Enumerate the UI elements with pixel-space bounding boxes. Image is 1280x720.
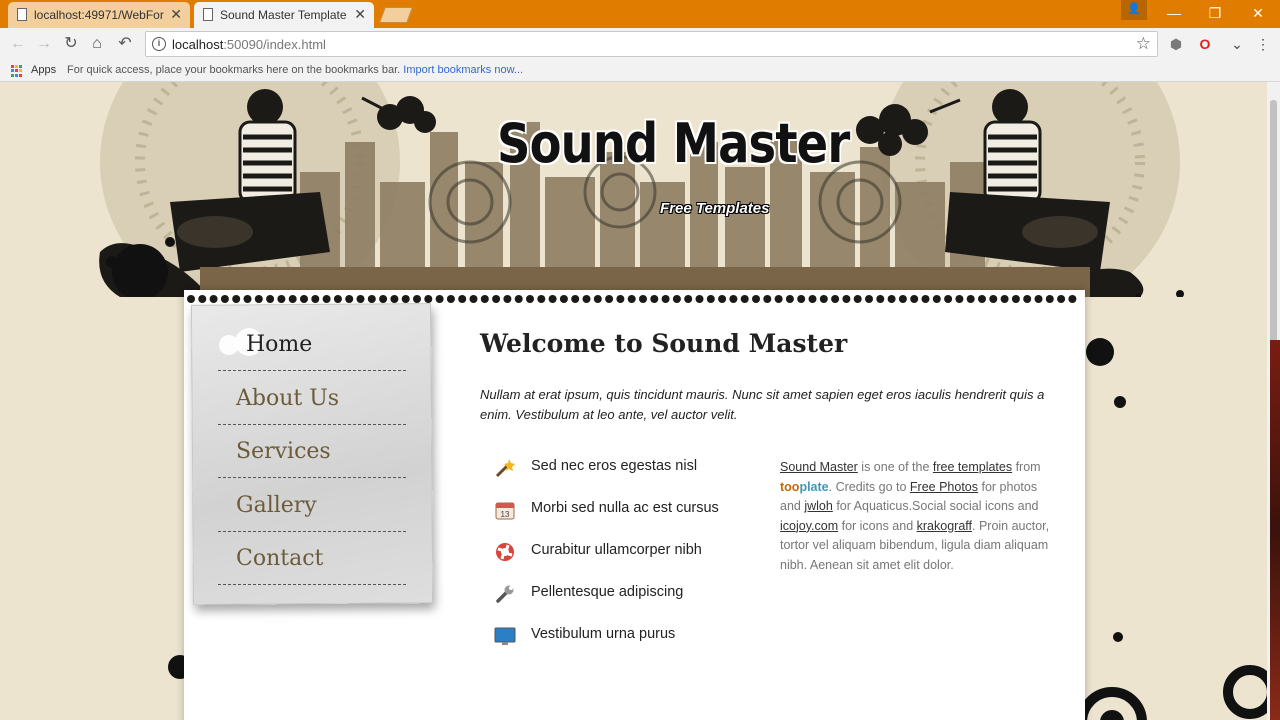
- tooplate-plate: plate: [799, 479, 829, 494]
- info-icon[interactable]: i: [152, 37, 166, 51]
- back-arrow-icon[interactable]: ←: [6, 32, 30, 56]
- tab-sound-master[interactable]: Sound Master Template ✕: [194, 2, 374, 28]
- intro-paragraph: Nullam at erat ipsum, quis tincidunt mau…: [480, 387, 1045, 422]
- tooplate-too: too: [780, 479, 800, 494]
- minimize-button[interactable]: —: [1152, 0, 1196, 28]
- credits-text: from: [1012, 460, 1041, 474]
- menu-item-gallery[interactable]: Gallery: [218, 479, 406, 532]
- magic-wand-icon: [495, 459, 515, 478]
- feature-label: Sed nec eros egestas nisl: [531, 458, 698, 474]
- menu-dots-icon[interactable]: ⋮: [1253, 34, 1273, 54]
- credits-text: is one of the: [857, 460, 933, 474]
- close-icon[interactable]: ✕: [170, 6, 182, 23]
- url-path: :50090/index.html: [223, 37, 326, 52]
- perforated-edge: [187, 295, 1077, 303]
- url-host: localhost: [172, 37, 224, 52]
- menu-item-home[interactable]: Home: [218, 318, 406, 371]
- bookmarks-hint: For quick access, place your bookmarks h…: [67, 64, 523, 76]
- monitor-icon: [494, 627, 516, 645]
- credits-text: for icons and: [838, 518, 917, 533]
- icojoy-link[interactable]: icojoy.com: [780, 519, 838, 533]
- url-text[interactable]: localhost:50090/index.html: [172, 37, 326, 52]
- window-close-button[interactable]: ✕: [1236, 0, 1280, 28]
- logo-title[interactable]: Sound Master: [497, 112, 850, 175]
- bookmark-star-icon[interactable]: ☆: [1136, 34, 1151, 54]
- lifebuoy-icon: [496, 543, 514, 561]
- home-icon[interactable]: ⌂: [85, 32, 109, 56]
- bookmark-apps[interactable]: Apps: [31, 64, 56, 76]
- address-bar[interactable]: i localhost:50090/index.html ☆: [145, 31, 1158, 57]
- chevron-down-icon[interactable]: ⌄: [1227, 34, 1247, 54]
- tab-title: Sound Master Template: [220, 8, 347, 22]
- site-name-link[interactable]: Sound Master: [780, 460, 858, 474]
- new-tab-button[interactable]: [379, 7, 413, 23]
- extension-icon[interactable]: ⬢: [1166, 34, 1186, 54]
- free-templates-link[interactable]: free templates: [933, 460, 1012, 474]
- import-bookmarks-link[interactable]: Import bookmarks now...: [403, 64, 523, 76]
- undo-icon[interactable]: ↶: [113, 32, 137, 56]
- tab-title: localhost:49971/WebFor: [34, 8, 164, 22]
- page-title: Welcome to Sound Master: [480, 329, 848, 358]
- maximize-button[interactable]: ❐: [1193, 0, 1237, 28]
- feature-label: Pellentesque adipiscing: [531, 584, 684, 600]
- reload-icon[interactable]: ↻: [59, 32, 83, 56]
- svg-text:13: 13: [501, 510, 510, 519]
- bookmarks-hint-text: For quick access, place your bookmarks h…: [67, 64, 401, 76]
- menu-item-services[interactable]: Services: [218, 425, 406, 478]
- page-icon: [203, 8, 213, 21]
- free-photos-link[interactable]: Free Photos: [910, 480, 978, 494]
- site-header: Sound Master Free Templates: [0, 82, 1267, 297]
- menu-item-about-us[interactable]: About Us: [218, 372, 406, 425]
- wrench-icon: [496, 585, 514, 603]
- tooplate-link[interactable]: tooplate: [780, 480, 829, 494]
- opera-icon[interactable]: O: [1195, 34, 1215, 54]
- browser-toolbar: ← → ↻ ⌂ ↶ i localhost:50090/index.html ☆: [0, 28, 1280, 60]
- logo-subtitle: Free Templates: [660, 200, 770, 217]
- jwloh-link[interactable]: jwloh: [804, 499, 833, 513]
- feature-label: Morbi sed nulla ac est cursus: [531, 500, 719, 516]
- credits-text: . Credits go to: [828, 479, 910, 494]
- bookmarks-bar: Apps For quick access, place your bookma…: [0, 60, 1280, 82]
- krakograff-link[interactable]: krakograff: [917, 519, 972, 533]
- feature-label: Vestibulum urna purus: [531, 626, 676, 642]
- menu-item-contact[interactable]: Contact: [218, 532, 406, 585]
- feature-label: Curabitur ullamcorper nibh: [531, 542, 702, 558]
- tab-localhost-webforms[interactable]: localhost:49971/WebFor ✕: [8, 2, 190, 28]
- user-profile-icon[interactable]: 👤: [1121, 0, 1147, 20]
- window-edge: [1270, 340, 1280, 720]
- browser-tabstrip: localhost:49971/WebFor ✕ Sound Master Te…: [0, 0, 1280, 28]
- credits-paragraph: Sound Master is one of the free template…: [780, 458, 1050, 576]
- forward-arrow-icon[interactable]: →: [32, 32, 56, 56]
- page-icon: [17, 8, 27, 21]
- credits-text: for Aquaticus.Social social icons and: [832, 499, 1039, 514]
- close-icon[interactable]: ✕: [354, 6, 366, 23]
- page-viewport: Sound Master Free Templates Home About U…: [0, 82, 1267, 720]
- calendar-icon: 13: [495, 502, 515, 520]
- apps-grid-icon[interactable]: [11, 65, 23, 77]
